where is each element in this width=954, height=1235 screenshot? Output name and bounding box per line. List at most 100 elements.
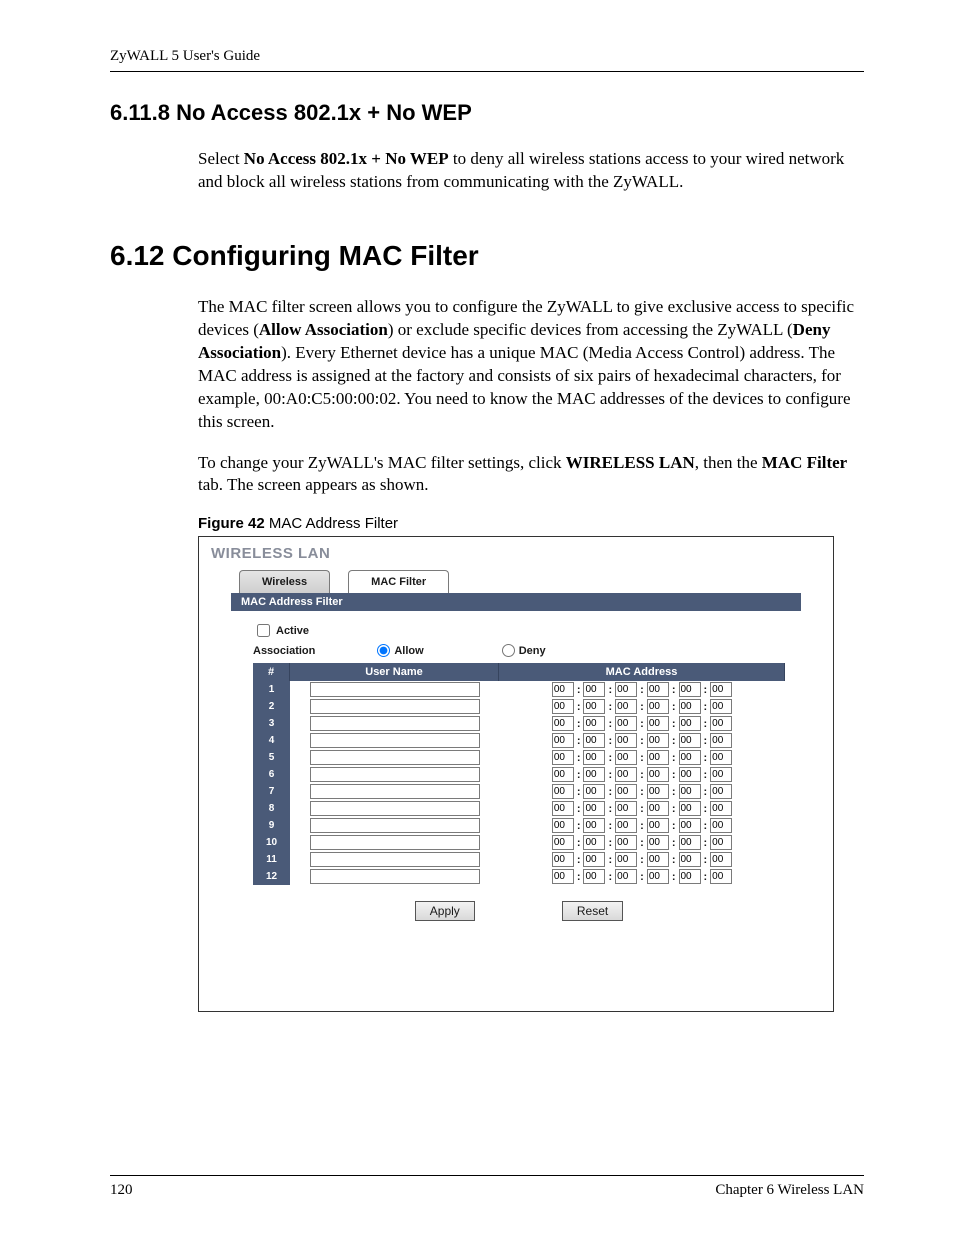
mac-octet-input[interactable] bbox=[710, 750, 732, 765]
mac-octet-input[interactable] bbox=[679, 682, 701, 697]
mac-octet-input[interactable] bbox=[679, 801, 701, 816]
mac-octet-input[interactable] bbox=[710, 818, 732, 833]
mac-octet-input[interactable] bbox=[615, 818, 637, 833]
tab-wireless[interactable]: Wireless bbox=[239, 570, 330, 593]
deny-label: Deny bbox=[519, 645, 546, 657]
mac-octet-input[interactable] bbox=[552, 818, 574, 833]
mac-octet-input[interactable] bbox=[647, 716, 669, 731]
mac-octet-input[interactable] bbox=[615, 801, 637, 816]
mac-octet-input[interactable] bbox=[679, 733, 701, 748]
mac-octet-input[interactable] bbox=[710, 682, 732, 697]
mac-octet-input[interactable] bbox=[679, 818, 701, 833]
mac-octet-input[interactable] bbox=[679, 835, 701, 850]
active-checkbox[interactable] bbox=[257, 624, 270, 637]
username-input[interactable] bbox=[310, 852, 480, 867]
mac-octet-input[interactable] bbox=[552, 682, 574, 697]
mac-octet-input[interactable] bbox=[710, 716, 732, 731]
mac-octet-input[interactable] bbox=[552, 835, 574, 850]
mac-octet-input[interactable] bbox=[552, 699, 574, 714]
mac-octet-input[interactable] bbox=[615, 767, 637, 782]
mac-octet-input[interactable] bbox=[552, 869, 574, 884]
mac-octet-input[interactable] bbox=[679, 699, 701, 714]
username-input[interactable] bbox=[310, 835, 480, 850]
mac-octet-input[interactable] bbox=[615, 784, 637, 799]
mac-octet-input[interactable] bbox=[710, 835, 732, 850]
deny-radio[interactable] bbox=[502, 644, 515, 657]
mac-octet-input[interactable] bbox=[552, 750, 574, 765]
mac-octet-input[interactable] bbox=[710, 767, 732, 782]
mac-octet-input[interactable] bbox=[583, 699, 605, 714]
mac-octet-input[interactable] bbox=[647, 699, 669, 714]
mac-octet-input[interactable] bbox=[647, 801, 669, 816]
username-cell bbox=[290, 698, 499, 715]
mac-octet-input[interactable] bbox=[583, 733, 605, 748]
mac-octet-input[interactable] bbox=[647, 682, 669, 697]
mac-octet-input[interactable] bbox=[679, 869, 701, 884]
mac-octet-input[interactable] bbox=[615, 869, 637, 884]
username-input[interactable] bbox=[310, 801, 480, 816]
mac-octet-input[interactable] bbox=[552, 716, 574, 731]
mac-octet-input[interactable] bbox=[583, 767, 605, 782]
mac-octet-input[interactable] bbox=[710, 852, 732, 867]
mac-octet-input[interactable] bbox=[679, 716, 701, 731]
mac-octet-input[interactable] bbox=[552, 852, 574, 867]
mac-octet-input[interactable] bbox=[679, 750, 701, 765]
mac-octet-input[interactable] bbox=[615, 699, 637, 714]
mac-octet-input[interactable] bbox=[647, 750, 669, 765]
username-input[interactable] bbox=[310, 784, 480, 799]
mac-octet-input[interactable] bbox=[615, 682, 637, 697]
mac-octet-input[interactable] bbox=[552, 733, 574, 748]
mac-octet-input[interactable] bbox=[583, 818, 605, 833]
reset-button[interactable]: Reset bbox=[562, 901, 623, 921]
mac-octet-input[interactable] bbox=[647, 818, 669, 833]
username-input[interactable] bbox=[310, 869, 480, 884]
mac-octet-input[interactable] bbox=[583, 784, 605, 799]
mac-octet-input[interactable] bbox=[552, 801, 574, 816]
mac-octet-input[interactable] bbox=[710, 784, 732, 799]
apply-button[interactable]: Apply bbox=[415, 901, 475, 921]
mac-octet-input[interactable] bbox=[583, 716, 605, 731]
mac-octet-input[interactable] bbox=[647, 869, 669, 884]
mac-octet-input[interactable] bbox=[710, 733, 732, 748]
mac-octet-input[interactable] bbox=[583, 682, 605, 697]
mac-octet-input[interactable] bbox=[679, 767, 701, 782]
mac-octet-input[interactable] bbox=[615, 750, 637, 765]
mac-octet-input[interactable] bbox=[552, 767, 574, 782]
mac-octet-input[interactable] bbox=[679, 852, 701, 867]
mac-separator: : bbox=[704, 735, 708, 747]
username-input[interactable] bbox=[310, 733, 480, 748]
mac-octet-input[interactable] bbox=[615, 733, 637, 748]
username-input[interactable] bbox=[310, 767, 480, 782]
mac-octet-input[interactable] bbox=[615, 852, 637, 867]
mac-separator: : bbox=[672, 871, 676, 883]
mac-octet-input[interactable] bbox=[583, 750, 605, 765]
mac-octet-input[interactable] bbox=[552, 784, 574, 799]
mac-octet-input[interactable] bbox=[710, 801, 732, 816]
mac-octet-input[interactable] bbox=[710, 699, 732, 714]
mac-octet-input[interactable] bbox=[647, 852, 669, 867]
mac-octet-input[interactable] bbox=[647, 767, 669, 782]
mac-separator: : bbox=[608, 701, 612, 713]
allow-radio[interactable] bbox=[377, 644, 390, 657]
mac-octet-input[interactable] bbox=[647, 733, 669, 748]
mac-separator: : bbox=[640, 837, 644, 849]
mac-octet-input[interactable] bbox=[710, 869, 732, 884]
username-input[interactable] bbox=[310, 818, 480, 833]
username-input[interactable] bbox=[310, 750, 480, 765]
mac-octet-input[interactable] bbox=[615, 716, 637, 731]
mac-octet-input[interactable] bbox=[583, 801, 605, 816]
tab-mac-filter[interactable]: MAC Filter bbox=[348, 570, 449, 593]
mac-octet-input[interactable] bbox=[615, 835, 637, 850]
mac-octet-input[interactable] bbox=[679, 784, 701, 799]
mac-octet-input[interactable] bbox=[647, 835, 669, 850]
username-input[interactable] bbox=[310, 682, 480, 697]
mac-octet-input[interactable] bbox=[647, 784, 669, 799]
row-number: 9 bbox=[253, 817, 290, 834]
mac-cell: ::::: bbox=[499, 834, 785, 851]
mac-octet-input[interactable] bbox=[583, 835, 605, 850]
mac-octet-input[interactable] bbox=[583, 852, 605, 867]
mac-octet-input[interactable] bbox=[583, 869, 605, 884]
username-input[interactable] bbox=[310, 699, 480, 714]
username-cell bbox=[290, 834, 499, 851]
username-input[interactable] bbox=[310, 716, 480, 731]
